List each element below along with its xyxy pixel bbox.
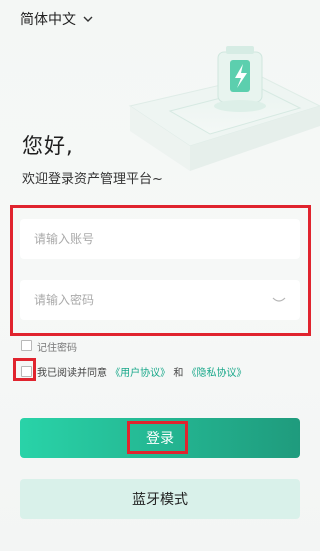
remember-password-checkbox[interactable] <box>21 340 32 351</box>
greeting-subtitle: 欢迎登录资产管理平台~ <box>22 172 163 187</box>
privacy-agreement-link[interactable]: 《隐私协议》 <box>187 368 247 379</box>
language-label: 简体中文 <box>20 12 76 28</box>
remember-password-label: 记住密码 <box>37 343 77 354</box>
user-agreement-link[interactable]: 《用户协议》 <box>110 368 170 379</box>
battery-illustration <box>128 46 320 171</box>
and-text: 和 <box>173 368 184 379</box>
language-selector[interactable]: 简体中文 <box>20 9 94 29</box>
eye-closed-icon[interactable] <box>272 296 286 304</box>
login-button[interactable]: 登录 <box>20 418 300 458</box>
account-input[interactable] <box>20 219 300 259</box>
bluetooth-mode-button[interactable]: 蓝牙模式 <box>20 479 300 519</box>
password-input[interactable] <box>20 280 300 320</box>
agreement-text: 我已阅读并同意 《用户协议》 和 《隐私协议》 <box>37 364 247 379</box>
chevron-down-icon <box>83 16 93 22</box>
login-page: 简体中文 您好, 欢迎登录资产管理平台~ 记住密码 我已阅读并同意 《用户协议》 <box>0 0 320 551</box>
greeting-title: 您好, <box>22 134 74 158</box>
agree-prefix: 我已阅读并同意 <box>37 368 107 379</box>
agreement-checkbox[interactable] <box>21 366 32 377</box>
login-button-label: 登录 <box>146 431 174 447</box>
bluetooth-mode-label: 蓝牙模式 <box>132 492 188 508</box>
